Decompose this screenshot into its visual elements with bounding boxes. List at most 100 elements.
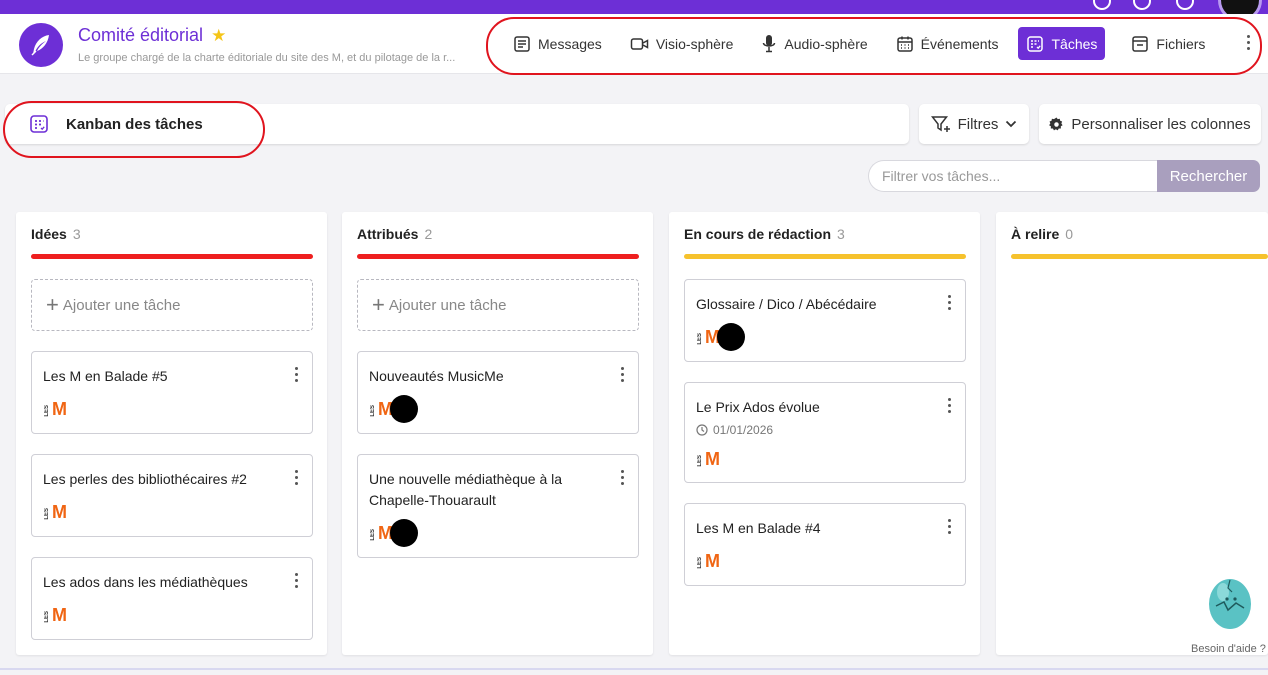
add-task-button[interactable]: + Ajouter une tâche (357, 279, 639, 331)
task-title: Une nouvelle médiathèque à la Chapelle-T… (369, 471, 563, 508)
customize-columns-label: Personnaliser les colonnes (1071, 115, 1251, 133)
task-title: Les M en Balade #5 (43, 368, 168, 384)
clock-icon (696, 424, 708, 436)
task-due-date: 01/01/2026 (696, 423, 773, 437)
les-m-logo: LES M (44, 502, 67, 522)
column-name: À relire (1011, 226, 1060, 242)
card-menu-icon[interactable] (621, 367, 624, 382)
tab-audio-label: Audio-sphère (784, 35, 868, 52)
kanban-column-en-cours: En cours de rédaction 3 Glossaire / Dico … (669, 212, 980, 655)
filters-button[interactable]: Filtres (919, 104, 1029, 144)
group-description: Le groupe chargé de la charte éditoriale… (78, 52, 456, 64)
bottom-divider (0, 668, 1268, 670)
tab-files[interactable]: Fichiers (1123, 27, 1213, 60)
card-menu-icon[interactable] (621, 470, 624, 485)
card-menu-icon[interactable] (295, 470, 298, 485)
tab-events-label: Événements (920, 35, 999, 52)
tab-tasks-label: Tâches (1051, 35, 1098, 52)
help-circle-icon[interactable] (1176, 0, 1194, 10)
column-color-bar (684, 254, 966, 259)
tab-messages[interactable]: Messages (505, 27, 610, 60)
column-color-bar (1011, 254, 1268, 259)
column-color-bar (357, 254, 639, 259)
task-card[interactable]: Une nouvelle médiathèque à la Chapelle-T… (357, 454, 639, 558)
task-card[interactable]: Les M en Balade #5 LES M (31, 351, 313, 434)
top-app-bar (0, 0, 1268, 14)
column-count: 3 (72, 226, 81, 242)
add-task-button[interactable]: + Ajouter une tâche (31, 279, 313, 331)
help-egg-icon[interactable] (1206, 572, 1254, 630)
search-button[interactable]: Rechercher (1157, 160, 1260, 192)
filter-add-icon (930, 116, 950, 132)
assignee-avatar[interactable] (390, 395, 418, 423)
kanban-title: Kanban des tâches (66, 115, 203, 133)
help-label[interactable]: Besoin d'aide ? (1191, 643, 1266, 655)
notification-icon[interactable] (1093, 0, 1111, 10)
tab-visio[interactable]: Visio-sphère (622, 27, 742, 60)
task-title: Nouveautés MusicMe (369, 368, 504, 384)
column-header: Attribués 2 (357, 226, 432, 242)
favorite-star-icon[interactable]: ★ (211, 26, 226, 46)
task-card[interactable]: Le Prix Ados évolue 01/01/2026 LES M (684, 382, 966, 483)
tab-tasks[interactable]: Tâches (1018, 27, 1106, 60)
assignee-avatar[interactable] (390, 519, 418, 547)
task-card[interactable]: Glossaire / Dico / Abécédaire LES M (684, 279, 966, 362)
group-logo (19, 23, 63, 67)
les-m-logo: LES M (697, 551, 720, 571)
group-nav: Messages Visio-sphère Audio-sphère Événe… (505, 27, 1221, 60)
plus-icon: + (372, 292, 385, 317)
card-menu-icon[interactable] (295, 367, 298, 382)
filters-label: Filtres (957, 115, 999, 133)
task-card[interactable]: Les M en Balade #4 LES M (684, 503, 966, 586)
task-title: Glossaire / Dico / Abécédaire (696, 296, 877, 312)
user-avatar[interactable] (1218, 0, 1262, 14)
calendar-icon (896, 36, 913, 52)
tab-visio-label: Visio-sphère (655, 35, 734, 52)
gear-icon (1049, 116, 1063, 130)
card-menu-icon[interactable] (948, 398, 951, 413)
card-menu-icon[interactable] (948, 519, 951, 534)
video-icon (630, 37, 649, 50)
task-search-input[interactable] (868, 160, 1157, 192)
column-header: À relire 0 (1011, 226, 1073, 242)
tab-audio[interactable]: Audio-sphère (753, 27, 875, 60)
group-header: Comité éditorial ★ Le groupe chargé de l… (0, 14, 1268, 74)
column-name: Attribués (357, 226, 419, 242)
add-task-label: Ajouter une tâche (62, 296, 181, 314)
tab-files-label: Fichiers (1156, 35, 1206, 52)
group-title-text[interactable]: Comité éditorial (78, 25, 203, 46)
more-options-icon[interactable] (1243, 35, 1253, 50)
tab-events[interactable]: Événements (888, 27, 1007, 60)
chevron-down-icon (1006, 120, 1017, 128)
tasks-icon (1027, 35, 1044, 52)
plus-icon: + (46, 292, 59, 317)
task-title: Les M en Balade #4 (696, 520, 821, 536)
column-count: 0 (1065, 226, 1074, 242)
card-menu-icon[interactable] (948, 295, 951, 310)
les-m-logo: LES M (697, 449, 720, 469)
files-icon (1132, 35, 1149, 52)
task-card[interactable]: Les perles des bibliothécaires #2 LES M (31, 454, 313, 537)
column-header: Idées 3 (31, 226, 81, 242)
messages-icon (514, 35, 530, 52)
column-color-bar (31, 254, 313, 259)
assignee-avatar[interactable] (717, 323, 745, 351)
kanban-column-idees: Idées 3 + Ajouter une tâche Les M en Balad… (16, 212, 327, 655)
chat-icon[interactable] (1133, 0, 1151, 10)
microphone-icon (763, 35, 776, 53)
customize-columns-button[interactable]: Personnaliser les colonnes (1039, 104, 1261, 144)
column-name: En cours de rédaction (684, 226, 832, 242)
task-due-date-text: 01/01/2026 (713, 423, 774, 437)
group-title[interactable]: Comité éditorial ★ (78, 25, 226, 46)
task-title: Les perles des bibliothécaires #2 (43, 471, 247, 487)
card-menu-icon[interactable] (295, 573, 298, 588)
column-header: En cours de rédaction 3 (684, 226, 845, 242)
task-card[interactable]: Nouveautés MusicMe LES M (357, 351, 639, 434)
add-task-label: Ajouter une tâche (388, 296, 507, 314)
task-card[interactable]: Les ados dans les médiathèques LES M (31, 557, 313, 640)
tab-messages-label: Messages (538, 35, 602, 52)
task-search: Rechercher (868, 160, 1260, 192)
column-name: Idées (31, 226, 67, 242)
les-m-logo: LES M (44, 605, 67, 625)
kanban-icon (30, 115, 48, 133)
